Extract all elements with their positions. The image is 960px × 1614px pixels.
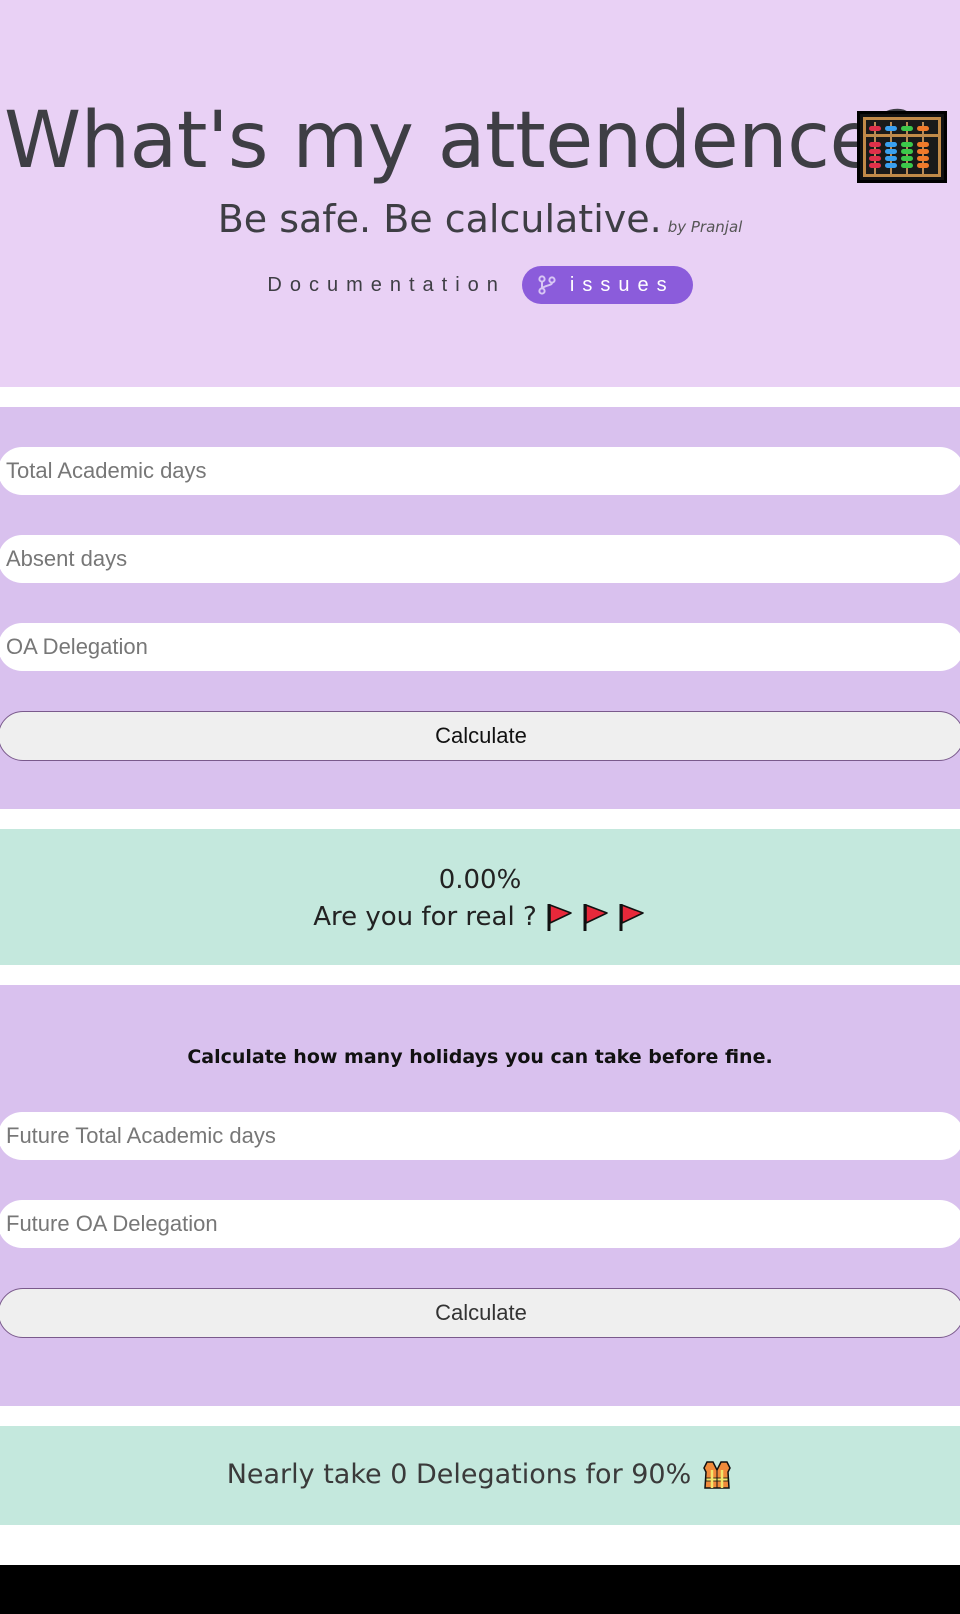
future-result-row: Nearly take 0 Delegations for 90% [0, 1458, 960, 1490]
future-total-academic-days-input[interactable] [0, 1112, 960, 1160]
red-flag-icon [579, 901, 611, 933]
byline: by Pranjal [667, 218, 743, 236]
result-message-row: Are you for real ? [0, 901, 960, 933]
future-calculate-button[interactable]: Calculate [0, 1288, 960, 1338]
future-result-message: Nearly take 0 Delegations for 90% [226, 1458, 692, 1490]
red-flag-icon [543, 901, 575, 933]
result-message: Are you for real ? [313, 902, 537, 932]
footer-bar [0, 1565, 960, 1614]
header-links: Documentation issues [0, 266, 960, 304]
future-form: Calculate how many holidays you can take… [0, 985, 960, 1406]
attendance-result: 0.00% Are you for real ? [0, 829, 960, 965]
page-title-text: What's my attendence? [4, 96, 918, 186]
safety-vest-icon [701, 1458, 733, 1490]
attendance-form: Calculate [0, 407, 960, 809]
git-branch-icon [538, 275, 556, 295]
page-title: What's my attendence? [0, 96, 960, 186]
future-result: Nearly take 0 Delegations for 90% [0, 1426, 960, 1525]
red-flag-icon [615, 901, 647, 933]
issues-button[interactable]: issues [521, 266, 693, 304]
future-heading: Calculate how many holidays you can take… [187, 1046, 773, 1068]
total-academic-days-input[interactable] [0, 447, 960, 495]
subtitle: Be safe. Be calculative. by Pranjal [0, 197, 960, 241]
oa-delegation-input[interactable] [0, 623, 960, 671]
subtitle-text: Be safe. Be calculative. [217, 197, 662, 241]
documentation-link[interactable]: Documentation [267, 274, 506, 297]
hero-header: What's my attendence? Be safe. Be calcul… [0, 0, 960, 387]
calculate-button[interactable]: Calculate [0, 711, 960, 761]
abacus-icon [857, 111, 947, 183]
red-flag-icons [539, 901, 647, 933]
attendance-percentage: 0.00% [438, 865, 522, 895]
future-oa-delegation-input[interactable] [0, 1200, 960, 1248]
issues-label: issues [569, 273, 675, 296]
absent-days-input[interactable] [0, 535, 960, 583]
